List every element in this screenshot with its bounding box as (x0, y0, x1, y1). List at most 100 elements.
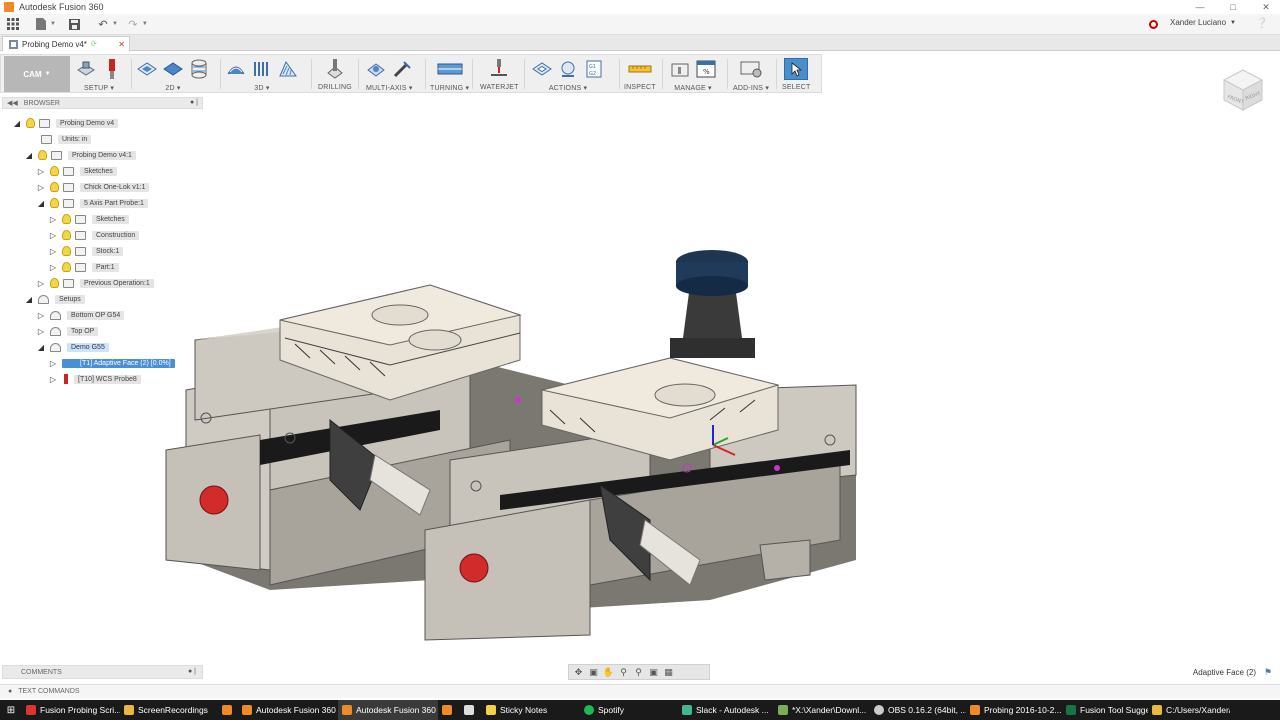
undo-icon[interactable]: ↶ (96, 17, 110, 31)
3d-adaptive-icon[interactable] (226, 59, 246, 79)
file-menu-caret-icon[interactable]: ▼ (50, 21, 56, 27)
2d-adaptive-icon[interactable] (137, 59, 157, 79)
taskbar-item[interactable]: Spotify (580, 700, 678, 720)
select-icon[interactable] (784, 58, 809, 80)
taskbar-item[interactable]: Probing 2016-10-2... (966, 700, 1062, 720)
waterjet-group[interactable]: WATERJET (480, 54, 519, 93)
collapse-triangle-icon[interactable]: ▷ (48, 374, 58, 384)
look-at-icon[interactable]: ▣ (588, 667, 599, 678)
expand-triangle-icon[interactable]: ◢ (12, 118, 22, 128)
waterjet-icon[interactable] (489, 59, 509, 79)
redo-caret-icon[interactable]: ▼ (142, 21, 148, 27)
tree-item[interactable]: ◢ 5 Axis Part Probe:1 (36, 196, 148, 210)
3d-group[interactable]: 3D ▾ (226, 54, 298, 93)
display-settings-icon[interactable]: ▣ (648, 667, 659, 678)
collapse-triangle-icon[interactable]: ▷ (48, 358, 58, 368)
3d-scallop-icon[interactable] (278, 59, 298, 79)
taskbar-item[interactable]: Autodesk Fusion 360 (238, 700, 338, 720)
taskbar-item-active[interactable]: Autodesk Fusion 360 (338, 700, 438, 720)
setup-icon[interactable] (76, 59, 96, 79)
turning-icon[interactable] (435, 59, 465, 79)
taskbar-item[interactable]: ScreenRecordings (120, 700, 218, 720)
taskbar-item[interactable]: Fusion Tool Sugge... (1062, 700, 1148, 720)
close-tab-icon[interactable]: ✕ (118, 40, 125, 49)
zoom-window-icon[interactable]: ⚲ (633, 667, 644, 678)
nc-program-icon[interactable]: G1 G2 (584, 59, 604, 79)
select-group[interactable]: SELECT (782, 54, 810, 93)
expand-triangle-icon[interactable]: ◢ (24, 294, 34, 304)
taskbar-item[interactable]: C:/Users/Xander/A... (1148, 700, 1230, 720)
post-process-icon[interactable] (558, 59, 578, 79)
3d-parallel-icon[interactable] (252, 59, 272, 79)
add-ins-icon[interactable] (738, 59, 764, 79)
tree-item[interactable]: ▷ Stock:1 (48, 244, 124, 258)
taskbar-item[interactable]: Fusion Probing Scri... (22, 700, 120, 720)
actions-group[interactable]: G1 G2 ACTIONS ▾ (532, 54, 604, 93)
file-icon[interactable] (34, 17, 48, 31)
simulate-icon[interactable] (532, 59, 552, 79)
multi-axis-group[interactable]: MULTI-AXIS ▾ (366, 54, 413, 93)
taskbar-item[interactable] (218, 700, 238, 720)
templates-icon[interactable]: % (696, 59, 716, 79)
user-menu[interactable]: Xander Luciano ▼ (1170, 18, 1236, 27)
expand-triangle-icon[interactable]: ◢ (24, 150, 34, 160)
tree-item[interactable]: ▷ Construction (48, 228, 140, 242)
expand-icon[interactable]: ● (8, 688, 12, 695)
zoom-icon[interactable]: ⚲ (618, 667, 629, 678)
drill-icon[interactable] (325, 59, 345, 79)
inspect-group[interactable]: INSPECT (624, 54, 656, 93)
tree-item[interactable]: ▷ Bottom OP G54 (36, 308, 125, 322)
collapse-triangle-icon[interactable]: ▷ (36, 182, 46, 192)
orbit-icon[interactable]: ✥ (573, 667, 584, 678)
comments-options-icon[interactable]: ● | (188, 668, 196, 675)
vise-model[interactable] (150, 240, 870, 670)
collapse-triangle-icon[interactable]: ▷ (48, 246, 58, 256)
tree-item[interactable]: ◢ Demo G55 (36, 340, 109, 354)
collapse-triangle-icon[interactable]: ▷ (36, 278, 46, 288)
multi-axis-icon[interactable] (366, 59, 386, 79)
pin-icon[interactable]: ⚑ (1264, 667, 1272, 678)
2d-contour-icon[interactable] (189, 59, 209, 79)
manage-tools-icon[interactable] (670, 59, 690, 79)
redo-icon[interactable]: ↷ (126, 17, 140, 31)
visibility-bulb-icon[interactable] (62, 246, 71, 256)
expand-triangle-icon[interactable]: ◢ (36, 198, 46, 208)
visibility-bulb-icon[interactable] (62, 262, 71, 272)
tree-item[interactable]: ▷ Part:1 (48, 260, 119, 274)
visibility-bulb-icon[interactable] (26, 118, 35, 128)
tree-item[interactable]: ◢ Setups (24, 292, 85, 306)
manage-group[interactable]: % MANAGE ▾ (670, 54, 716, 93)
view-cube[interactable]: FRONT RIGHT (1220, 66, 1266, 112)
2d-group[interactable]: 2D ▾ (137, 54, 209, 93)
taskbar-item[interactable]: Sticky Notes (482, 700, 580, 720)
tree-item[interactable]: ▷ Chick One-Lok v1:1 (36, 180, 150, 194)
visibility-bulb-icon[interactable] (50, 198, 59, 208)
document-tab[interactable]: Probing Demo v4* ⟳ ✕ (2, 36, 130, 51)
taskbar-item[interactable]: Slack - Autodesk ... (678, 700, 774, 720)
tree-item[interactable]: ◢ Probing Demo v4 (12, 116, 119, 130)
turning-group[interactable]: TURNING ▾ (430, 54, 469, 93)
drilling-group[interactable]: DRILLING (318, 54, 352, 93)
setup-group[interactable]: SETUP ▾ (76, 54, 122, 93)
grid-icon[interactable] (6, 17, 20, 31)
visibility-bulb-icon[interactable] (50, 278, 59, 288)
pan-icon[interactable]: ✋ (603, 667, 614, 678)
tool-library-icon[interactable] (102, 59, 122, 79)
collapse-triangle-icon[interactable]: ▷ (48, 262, 58, 272)
tree-item[interactable]: ▷ Sketches (36, 164, 117, 178)
browser-panel-header[interactable]: ◀◀ BROWSER ● | (2, 97, 203, 109)
text-commands-bar[interactable]: ● TEXT COMMANDS (0, 684, 1280, 698)
tree-item[interactable]: ▷ Previous Operation:1 (36, 276, 154, 290)
collapse-triangle-icon[interactable]: ▷ (48, 230, 58, 240)
save-icon[interactable] (68, 17, 82, 31)
taskbar-item[interactable]: OBS 0.16.2 (64bit, ... (870, 700, 966, 720)
expand-triangle-icon[interactable]: ◢ (36, 342, 46, 352)
visibility-bulb-icon[interactable] (50, 182, 59, 192)
tree-item[interactable]: ▷ Sketches (48, 212, 129, 226)
workspace-switcher[interactable]: CAM ▼ (4, 56, 70, 92)
collapse-triangle-icon[interactable]: ▷ (36, 310, 46, 320)
visibility-bulb-icon[interactable] (38, 150, 47, 160)
tree-item[interactable]: Units: in (37, 132, 92, 146)
tree-item[interactable]: ▷ [T10] WCS Probe8 (48, 372, 141, 386)
taskbar-item[interactable] (438, 700, 460, 720)
